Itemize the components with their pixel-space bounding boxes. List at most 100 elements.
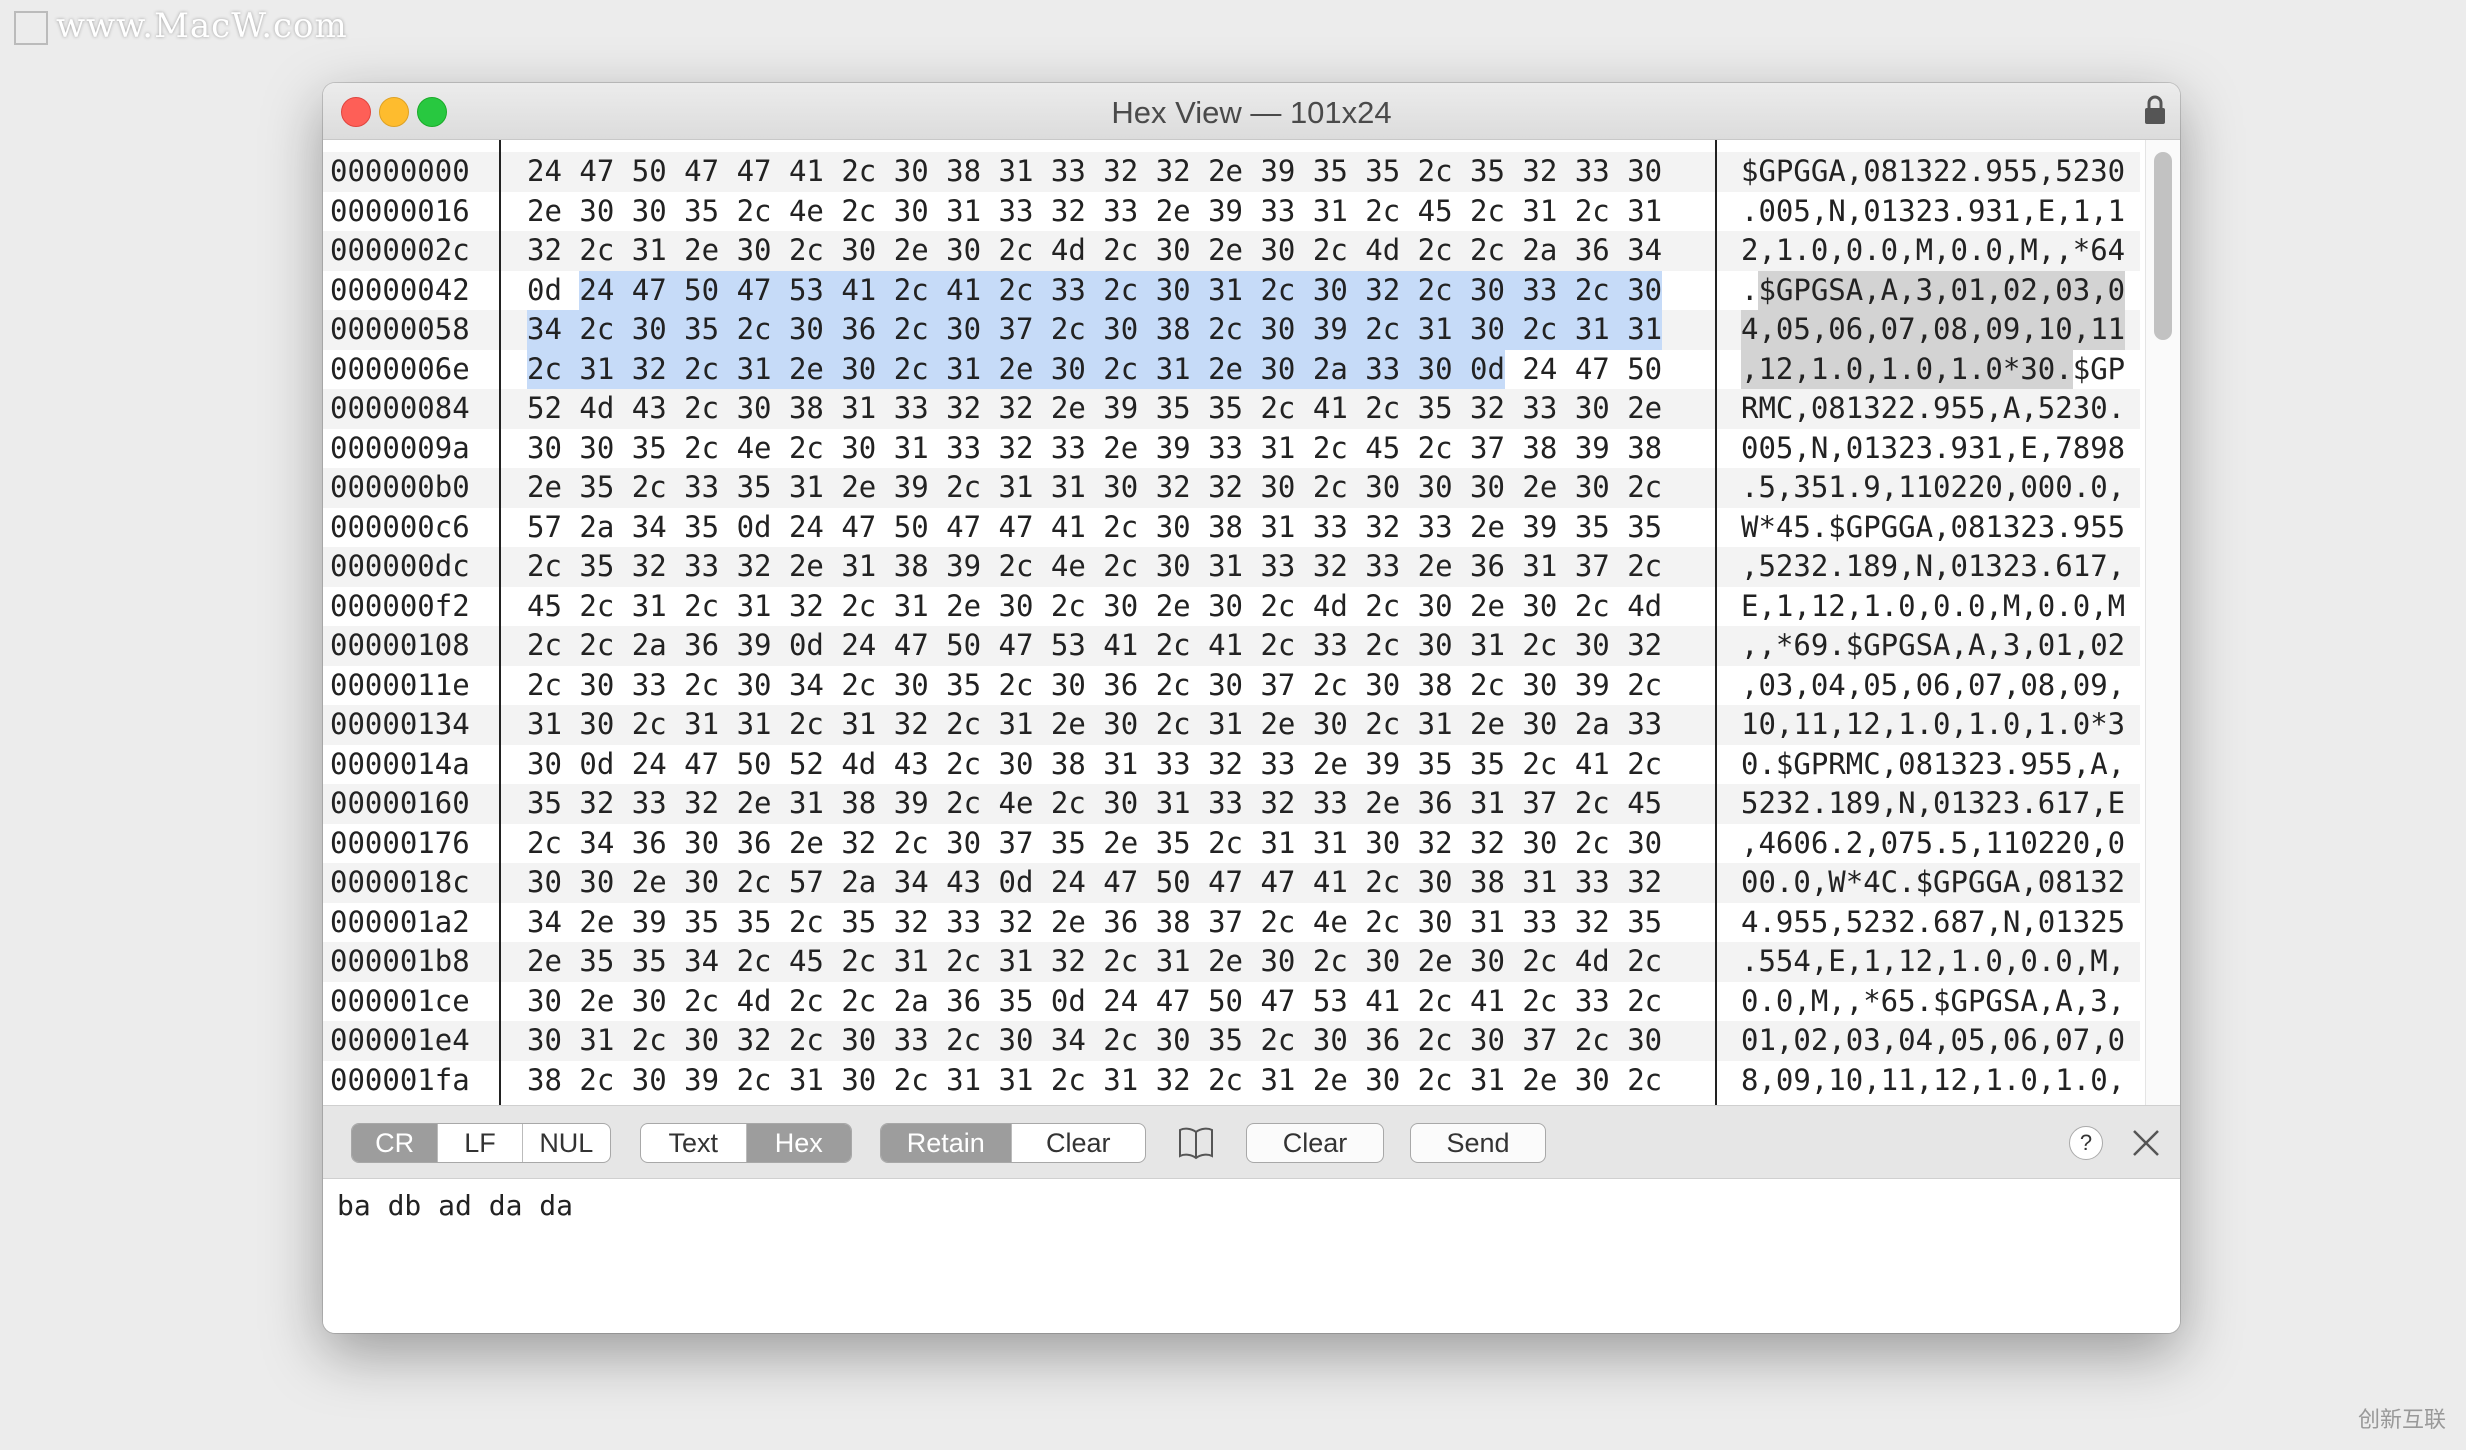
hex-byte[interactable]: 33 bbox=[946, 903, 998, 943]
hex-byte[interactable]: 24 bbox=[579, 270, 632, 310]
hex-bytes[interactable]: 2c 34 36 30 36 2e 32 2c 30 37 35 2e 35 2… bbox=[527, 824, 1662, 864]
hex-byte[interactable]: 2c bbox=[1365, 192, 1417, 232]
hex-byte[interactable]: 2c bbox=[1208, 310, 1261, 350]
hex-byte[interactable]: 32 bbox=[632, 547, 684, 587]
ascii-text[interactable]: RMC,081322.955,A,5230. bbox=[1741, 389, 2125, 429]
hex-byte[interactable]: 31 bbox=[894, 942, 946, 982]
hex-byte[interactable]: 35 bbox=[1208, 1021, 1260, 1061]
hex-byte[interactable]: 31 bbox=[1103, 745, 1155, 785]
hex-byte[interactable]: 4e bbox=[789, 192, 841, 232]
hex-bytes[interactable]: 24 47 50 47 47 41 2c 30 38 31 33 32 32 2… bbox=[527, 152, 1662, 192]
hex-byte[interactable]: 39 bbox=[1103, 389, 1155, 429]
hex-byte[interactable]: 2c bbox=[1365, 705, 1417, 745]
hex-byte[interactable]: 31 bbox=[999, 468, 1051, 508]
hex-byte[interactable]: 31 bbox=[1470, 1061, 1522, 1101]
hex-byte[interactable]: 31 bbox=[737, 705, 789, 745]
hex-byte[interactable]: 2c bbox=[527, 349, 580, 389]
hex-byte[interactable]: 2c bbox=[1103, 508, 1155, 548]
hex-row[interactable]: 0000002c 32 2c 31 2e 30 2c 30 2e 30 2c 4d… bbox=[323, 231, 2140, 271]
hex-byte[interactable]: 32 bbox=[1418, 824, 1470, 864]
hex-byte[interactable]: 2c bbox=[1365, 863, 1417, 903]
hex-byte[interactable]: 2e bbox=[1103, 429, 1155, 469]
hex-byte[interactable]: 33 bbox=[684, 468, 736, 508]
hex-byte[interactable]: 39 bbox=[946, 547, 998, 587]
hex-byte[interactable]: 37 bbox=[1522, 784, 1574, 824]
hex-bytes[interactable]: 34 2e 39 35 35 2c 35 32 33 32 2e 36 38 3… bbox=[527, 903, 1662, 943]
hex-byte[interactable]: 32 bbox=[527, 231, 579, 271]
hex-byte[interactable]: 47 bbox=[999, 508, 1051, 548]
hex-byte[interactable]: 30 bbox=[841, 429, 893, 469]
hex-byte[interactable]: 31 bbox=[1627, 192, 1662, 232]
mode-toggle[interactable]: Text Hex bbox=[640, 1123, 852, 1163]
hex-byte[interactable]: 39 bbox=[894, 468, 946, 508]
hex-byte[interactable]: 0d bbox=[1051, 982, 1103, 1022]
hex-byte[interactable]: 32 bbox=[1470, 389, 1522, 429]
hex-byte[interactable]: 2e bbox=[1156, 192, 1208, 232]
hex-bytes[interactable]: 2c 30 33 2c 30 34 2c 30 35 2c 30 36 2c 3… bbox=[527, 666, 1662, 706]
hex-byte[interactable]: 2c bbox=[1313, 468, 1365, 508]
hex-byte[interactable]: 2c bbox=[946, 468, 998, 508]
hex-byte[interactable]: 38 bbox=[1627, 429, 1662, 469]
hex-byte[interactable]: 32 bbox=[1051, 942, 1103, 982]
hex-byte[interactable]: 32 bbox=[999, 903, 1051, 943]
hex-byte[interactable]: 2c bbox=[789, 705, 841, 745]
hex-byte[interactable]: 30 bbox=[1470, 270, 1523, 310]
hex-byte[interactable]: 47 bbox=[631, 270, 685, 310]
hex-byte[interactable]: 2e bbox=[527, 192, 579, 232]
hex-byte[interactable]: 2c bbox=[1470, 231, 1522, 271]
hex-byte[interactable]: 31 bbox=[1051, 468, 1103, 508]
hex-byte[interactable]: 31 bbox=[841, 547, 893, 587]
hex-byte[interactable]: 30 bbox=[1156, 1021, 1208, 1061]
hex-byte[interactable]: 31 bbox=[999, 152, 1051, 192]
hex-byte[interactable]: 32 bbox=[1103, 152, 1155, 192]
hex-byte[interactable]: 2c bbox=[1156, 626, 1208, 666]
hex-byte[interactable]: 32 bbox=[1260, 784, 1312, 824]
hex-byte[interactable]: 39 bbox=[1312, 310, 1366, 350]
hex-byte[interactable]: 2c bbox=[527, 666, 579, 706]
hex-byte[interactable]: 4d bbox=[1313, 587, 1365, 627]
hex-byte[interactable]: 31 bbox=[1470, 903, 1522, 943]
hex-byte[interactable]: 39 bbox=[632, 903, 684, 943]
hex-byte[interactable]: 32 bbox=[1365, 508, 1417, 548]
hex-byte[interactable]: 47 bbox=[684, 152, 736, 192]
hex-byte[interactable]: 39 bbox=[1522, 508, 1574, 548]
hex-byte[interactable]: 39 bbox=[1156, 429, 1208, 469]
hex-byte[interactable]: 2c bbox=[684, 349, 737, 389]
hex-byte[interactable]: 36 bbox=[1365, 1021, 1417, 1061]
hex-byte[interactable]: 31 bbox=[579, 349, 632, 389]
hex-byte[interactable]: 31 bbox=[1103, 1061, 1155, 1101]
hex-byte[interactable]: 36 bbox=[1575, 231, 1627, 271]
hex-byte[interactable]: 31 bbox=[1522, 863, 1574, 903]
hex-byte[interactable]: 2c bbox=[789, 429, 841, 469]
hex-byte[interactable]: 2c bbox=[1574, 270, 1628, 310]
hex-byte[interactable]: 33 bbox=[1365, 547, 1417, 587]
hex-byte[interactable]: 30 bbox=[946, 824, 998, 864]
hex-byte[interactable]: 33 bbox=[1156, 745, 1208, 785]
hex-byte[interactable]: 32 bbox=[1313, 547, 1365, 587]
hex-byte[interactable]: 47 bbox=[1260, 982, 1312, 1022]
hex-byte[interactable]: 41 bbox=[841, 270, 894, 310]
hex-byte[interactable]: 47 bbox=[946, 508, 998, 548]
hex-bytes[interactable]: 32 2c 31 2e 30 2c 30 2e 30 2c 4d 2c 30 2… bbox=[527, 231, 1662, 271]
hex-byte[interactable]: 32 bbox=[1575, 903, 1627, 943]
hex-byte[interactable]: 4d bbox=[1051, 231, 1103, 271]
hex-byte[interactable]: 30 bbox=[527, 745, 579, 785]
hex-byte[interactable]: 4d bbox=[1627, 587, 1662, 627]
hex-byte[interactable]: 31 bbox=[1260, 508, 1312, 548]
scrollbar-thumb[interactable] bbox=[2154, 152, 2172, 340]
hex-byte[interactable]: 30 bbox=[1156, 547, 1208, 587]
hex-byte[interactable]: 35 bbox=[632, 942, 684, 982]
hex-byte[interactable]: 4e bbox=[737, 429, 789, 469]
hex-byte[interactable]: 30 bbox=[999, 587, 1051, 627]
hex-byte[interactable]: 36 bbox=[1103, 903, 1155, 943]
hex-byte[interactable]: 2c bbox=[999, 666, 1051, 706]
hex-byte[interactable]: 31 bbox=[999, 705, 1051, 745]
hex-byte[interactable]: 0d bbox=[789, 626, 841, 666]
hex-byte[interactable]: 34 bbox=[579, 824, 631, 864]
hex-byte[interactable]: 52 bbox=[527, 389, 579, 429]
hex-byte[interactable]: 31 bbox=[1522, 192, 1574, 232]
hex-byte[interactable]: 47 bbox=[1575, 350, 1627, 390]
hex-byte[interactable]: 2c bbox=[1470, 666, 1522, 706]
hex-byte[interactable]: 35 bbox=[1575, 508, 1627, 548]
hex-byte[interactable]: 2c bbox=[1418, 1021, 1470, 1061]
